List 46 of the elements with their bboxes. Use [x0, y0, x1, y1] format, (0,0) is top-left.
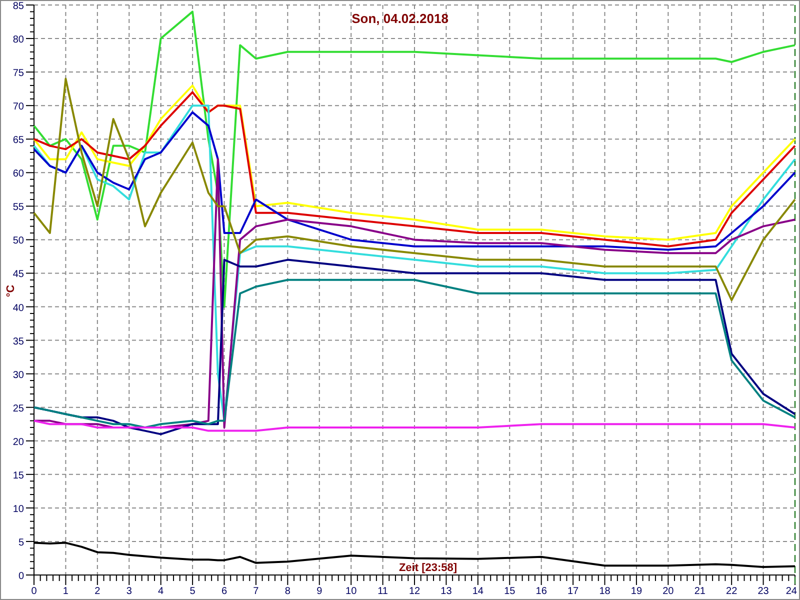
x-tick-label: 14: [472, 586, 484, 597]
y-tick-label: 55: [12, 202, 24, 214]
x-tick-label: 18: [599, 586, 610, 597]
x-tick-label: 0: [31, 586, 37, 597]
x-tick-label: 16: [536, 586, 547, 597]
y-tick-label: 0: [18, 571, 24, 582]
y-tick-label: 65: [12, 135, 24, 146]
y-axis-title: °C: [5, 284, 17, 298]
y-tick-label: 60: [12, 168, 24, 180]
x-tick-label: 24: [786, 586, 797, 597]
x-tick-label: 12: [408, 586, 420, 597]
x-axis-title: Zeit [23:58]: [398, 562, 458, 574]
chart-title: Son, 04.02.2018: [352, 11, 448, 26]
y-tick-label: 50: [12, 236, 24, 247]
y-tick-label: 25: [12, 403, 24, 414]
y-tick-label: 70: [12, 102, 24, 113]
y-tick-label: 40: [12, 302, 24, 314]
x-tick-label: 5: [190, 586, 196, 597]
y-tick-label: 45: [12, 269, 24, 280]
y-tick-label: 20: [12, 436, 24, 448]
x-tick-label: 22: [726, 586, 738, 597]
y-tick-label: 10: [12, 504, 24, 515]
y-tick-label: 80: [12, 34, 24, 46]
x-tick-label: 17: [567, 586, 579, 597]
y-tick-label: 5: [18, 537, 24, 548]
x-tick-label: 3: [126, 586, 132, 597]
y-tick-label: 85: [12, 1, 24, 12]
y-tick-label: 30: [12, 370, 24, 381]
x-tick-label: 7: [253, 586, 259, 597]
x-tick-label: 8: [284, 586, 290, 597]
x-tick-label: 6: [221, 586, 228, 597]
x-tick-label: 19: [630, 586, 642, 597]
x-tick-label: 2: [94, 586, 100, 597]
y-tick-label: 35: [12, 336, 24, 348]
x-tick-label: 21: [694, 586, 706, 597]
x-tick-label: 1: [62, 586, 68, 597]
x-tick-label: 9: [316, 586, 322, 597]
x-tick-label: 15: [504, 586, 516, 597]
x-tick-label: 20: [662, 586, 674, 597]
x-tick-label: 10: [346, 586, 357, 597]
x-tick-label: 4: [158, 586, 164, 597]
y-tick-label: 75: [12, 68, 24, 80]
x-tick-label: 11: [378, 586, 388, 597]
y-tick-label: 15: [12, 470, 24, 482]
x-tick-label: 23: [758, 586, 769, 597]
x-tick-label: 13: [440, 586, 452, 597]
